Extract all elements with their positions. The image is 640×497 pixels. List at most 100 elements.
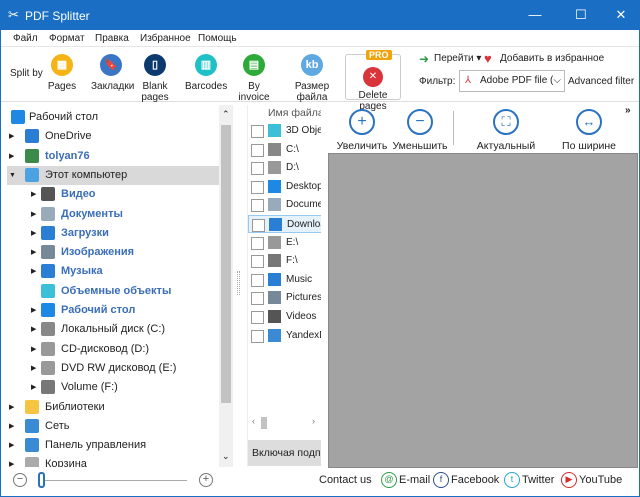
split-by-button[interactable]: ▯ Blank pages: [131, 54, 179, 103]
file-row[interactable]: Pictures: [248, 289, 321, 307]
tree-item[interactable]: ▶ DVD RW дисковод (E:): [7, 359, 219, 378]
tree-item[interactable]: ▶ OneDrive: [7, 127, 219, 146]
expand-arrow-icon[interactable]: ▶: [9, 398, 19, 417]
tree-item[interactable]: ▶ Сеть: [7, 417, 219, 436]
add-to-favorites-button[interactable]: Добавить в избранное: [500, 53, 604, 64]
include-subfolders-toggle[interactable]: Включая подпапки: [248, 440, 321, 466]
scroll-thumb[interactable]: [221, 125, 231, 403]
menu-help[interactable]: Помощь: [198, 33, 237, 44]
file-row[interactable]: Documents: [248, 196, 321, 214]
tree-item[interactable]: ▶ Библиотеки: [7, 398, 219, 417]
tree-item[interactable]: ▶ Локальный диск (C:): [7, 320, 219, 339]
zoom-slider[interactable]: [41, 480, 187, 481]
file-checkbox[interactable]: [252, 219, 265, 232]
split-by-button[interactable]: ▥ Barcodes: [185, 54, 227, 92]
file-row[interactable]: Downloads: [248, 215, 321, 233]
column-header-filename[interactable]: Имя файла: [248, 105, 321, 122]
file-row[interactable]: YandexDisk: [248, 327, 321, 345]
file-checkbox[interactable]: [251, 255, 264, 269]
file-checkbox[interactable]: [251, 273, 264, 287]
tree-item[interactable]: ▶ Корзина: [7, 455, 219, 467]
tree-item[interactable]: ▶ Загрузки: [7, 224, 219, 243]
menu-edit[interactable]: Правка: [95, 33, 129, 44]
tree-item[interactable]: ▶ tolyan76: [7, 147, 219, 166]
expand-arrow-icon[interactable]: ▶: [31, 359, 41, 378]
file-row[interactable]: Desktop: [248, 178, 321, 196]
expand-arrow-icon[interactable]: ▶: [31, 205, 41, 224]
twitter-link[interactable]: t Twitter: [504, 472, 554, 488]
expand-arrow-icon[interactable]: ▶: [31, 185, 41, 204]
split-by-button[interactable]: ▦ Pages: [45, 54, 79, 92]
more-tools-button[interactable]: »: [625, 105, 631, 116]
facebook-link[interactable]: f Facebook: [433, 472, 499, 488]
file-checkbox[interactable]: [251, 199, 264, 213]
maximize-button[interactable]: ☐: [561, 5, 601, 25]
file-checkbox[interactable]: [251, 125, 264, 138]
tree-item[interactable]: ▶ Документы: [7, 205, 219, 224]
tree-item[interactable]: ▶ CD-дисковод (D:): [7, 340, 219, 359]
expand-arrow-icon[interactable]: ▶: [31, 262, 41, 281]
tree-item[interactable]: ▼ Этот компьютер: [7, 165, 219, 185]
expand-arrow-icon[interactable]: ▶: [9, 147, 19, 166]
menu-file[interactable]: Файл: [13, 33, 38, 44]
scroll-up-icon[interactable]: ⌃: [222, 109, 230, 120]
menu-format[interactable]: Формат: [49, 33, 85, 44]
split-by-label: Split by: [10, 68, 43, 79]
file-checkbox[interactable]: [251, 311, 264, 324]
expand-arrow-icon[interactable]: ▶: [31, 378, 41, 397]
expand-arrow-icon[interactable]: ▶: [31, 320, 41, 339]
zoom-in-button[interactable]: + Увеличить: [334, 109, 390, 152]
file-checkbox[interactable]: [251, 162, 264, 176]
split-by-button[interactable]: 🔖 Закладки: [91, 54, 134, 92]
tree-item[interactable]: ▶ Панель управления: [7, 436, 219, 455]
tree-item[interactable]: ▶ Видео: [7, 185, 219, 204]
split-by-button[interactable]: ▤ By invoice: [233, 54, 275, 103]
close-button[interactable]: ✕: [601, 5, 640, 25]
expand-arrow-icon[interactable]: ▶: [9, 417, 19, 436]
zoom-out-small-icon[interactable]: −: [13, 473, 27, 487]
file-row[interactable]: E:\: [248, 234, 321, 252]
expand-arrow-icon[interactable]: ▶: [9, 436, 19, 455]
minimize-button[interactable]: —: [515, 5, 555, 25]
file-row[interactable]: D:\: [248, 159, 321, 177]
file-row[interactable]: C:\: [248, 141, 321, 159]
email-link[interactable]: @ E-mail: [381, 472, 430, 488]
expand-arrow-icon[interactable]: ▶: [31, 224, 41, 243]
zoom-out-button[interactable]: − Уменьшить: [390, 109, 450, 152]
filter-select[interactable]: ⅄ Adobe PDF file (* ⌵: [459, 70, 565, 92]
collapse-arrow-icon[interactable]: ▼: [9, 166, 19, 185]
expand-arrow-icon[interactable]: ▶: [31, 301, 41, 320]
tree-item[interactable]: ▶ Рабочий стол: [7, 301, 219, 320]
tree-item[interactable]: ▶ Изображения: [7, 243, 219, 262]
tree-item[interactable]: ▶ Музыка: [7, 262, 219, 281]
zoom-slider-thumb[interactable]: [38, 472, 45, 488]
tree-item[interactable]: Объемные объекты: [7, 282, 219, 301]
expand-arrow-icon[interactable]: ▶: [31, 243, 41, 262]
file-row[interactable]: Music: [248, 271, 321, 289]
file-checkbox[interactable]: [251, 236, 264, 250]
tree-scrollbar[interactable]: ⌃ ⌄: [219, 105, 233, 467]
splitter-handle[interactable]: [237, 271, 240, 295]
expand-arrow-icon[interactable]: ▶: [31, 340, 41, 359]
advanced-filter-button[interactable]: Advanced filter: [568, 76, 634, 87]
zoom-in-small-icon[interactable]: +: [199, 473, 213, 487]
split-by-button[interactable]: kb Размер файла: [281, 54, 343, 103]
file-row[interactable]: F:\: [248, 252, 321, 270]
file-row[interactable]: Videos: [248, 308, 321, 326]
delete-pages-button[interactable]: ✕ Delete pages: [345, 54, 401, 112]
tree-item[interactable]: ▶ Volume (F:): [7, 378, 219, 397]
goto-button[interactable]: Перейти ▾: [434, 53, 481, 64]
expand-arrow-icon[interactable]: ▶: [9, 455, 19, 467]
file-checkbox[interactable]: [251, 143, 264, 157]
scroll-down-icon[interactable]: ⌄: [222, 451, 230, 462]
file-checkbox[interactable]: [251, 180, 264, 194]
horizontal-scrollbar[interactable]: ‹ ›: [248, 416, 321, 430]
expand-arrow-icon[interactable]: ▶: [9, 127, 19, 146]
file-checkbox[interactable]: [251, 292, 264, 306]
file-checkbox[interactable]: [251, 329, 264, 343]
menu-favorites[interactable]: Избранное: [140, 33, 191, 44]
youtube-link[interactable]: ▶ YouTube: [561, 472, 622, 488]
file-row[interactable]: 3D Objects: [248, 122, 321, 140]
tree-item[interactable]: Рабочий стол: [7, 108, 219, 127]
fit-width-button[interactable]: ↔ По ширине: [558, 109, 620, 152]
